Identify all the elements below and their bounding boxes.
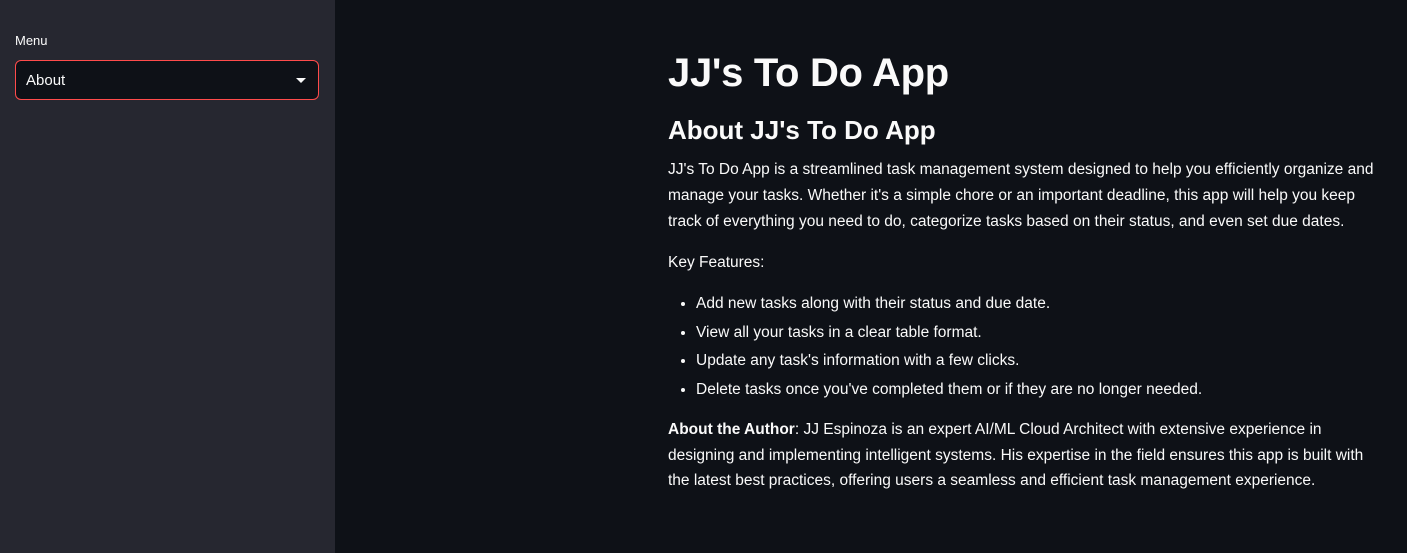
feature-item: Add new tasks along with their status an… — [696, 290, 1378, 319]
caret-down-icon — [296, 78, 306, 83]
feature-list: Add new tasks along with their status an… — [668, 290, 1378, 404]
section-title: About JJ's To Do App — [668, 115, 936, 145]
page-title: JJ's To Do App — [668, 51, 949, 95]
menu-select[interactable]: About — [15, 60, 319, 100]
author-paragraph: About the Author: JJ Espinoza is an expe… — [668, 417, 1378, 494]
main-content: JJ's To Do App About JJ's To Do App JJ's… — [335, 0, 1407, 553]
author-label: About the Author — [668, 421, 795, 438]
feature-item: View all your tasks in a clear table for… — [696, 319, 1378, 348]
menu-label: Menu — [15, 33, 48, 48]
menu-select-value: About — [26, 71, 66, 89]
content-block: JJ's To Do App About JJ's To Do App JJ's… — [668, 48, 1378, 494]
features-label: Key Features: — [668, 254, 765, 271]
feature-item: Delete tasks once you've completed them … — [696, 376, 1378, 405]
app-root: Menu About JJ's To Do App About JJ's To … — [0, 0, 1407, 553]
sidebar: Menu About — [0, 0, 335, 553]
feature-item: Update any task's information with a few… — [696, 347, 1378, 376]
intro-paragraph: JJ's To Do App is a streamlined task man… — [668, 161, 1374, 230]
